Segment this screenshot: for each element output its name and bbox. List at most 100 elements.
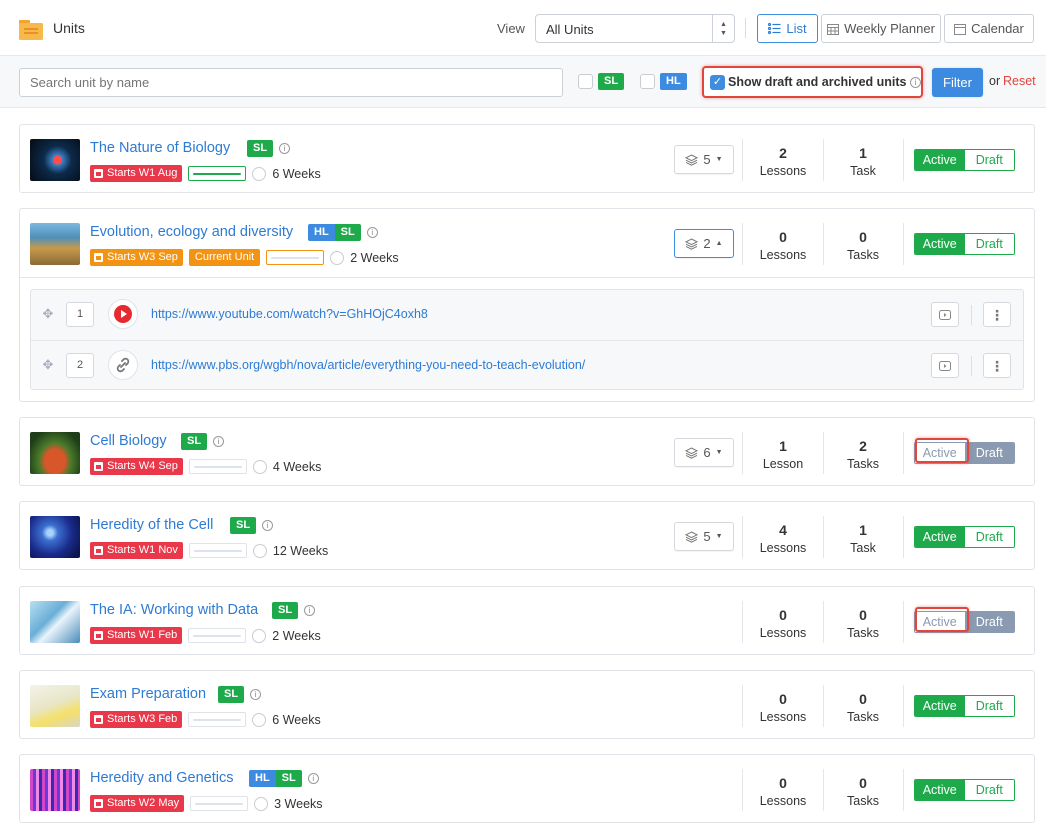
tasks-stat[interactable]: 1 Task <box>828 522 898 555</box>
draft-button[interactable]: Draft <box>964 443 1014 463</box>
info-icon[interactable]: i <box>304 605 316 616</box>
stat-divider <box>903 516 904 558</box>
show-draft-toggle[interactable]: ✓ Show draft and archived units i <box>702 66 923 98</box>
unit-duration: 6 Weeks <box>272 166 321 181</box>
tasks-label: Tasks <box>847 248 879 262</box>
show-draft-checkbox[interactable]: ✓ <box>710 75 725 90</box>
tasks-stat[interactable]: 0 Tasks <box>828 775 898 808</box>
list-view-button[interactable]: List <box>757 14 818 43</box>
lessons-stat[interactable]: 1 Lesson <box>748 438 818 471</box>
lessons-stat[interactable]: 2 Lessons <box>748 145 818 178</box>
calendar-button[interactable]: Calendar <box>944 14 1034 43</box>
lessons-stat[interactable]: 0 Lessons <box>748 691 818 724</box>
active-button[interactable]: Active <box>915 780 965 800</box>
unit-thumbnail[interactable] <box>30 223 80 265</box>
tasks-label: Task <box>850 541 876 555</box>
tasks-stat[interactable]: 0 Tasks <box>828 229 898 262</box>
lessons-label: Lessons <box>759 794 807 808</box>
more-options-button[interactable]: ⋮ <box>983 302 1011 327</box>
filter-button[interactable]: Filter <box>932 68 983 97</box>
unit-thumbnail[interactable] <box>30 139 80 181</box>
layers-icon <box>685 153 699 166</box>
calendar-icon <box>94 462 103 471</box>
lessons-label: Lessons <box>759 248 807 262</box>
lessons-stat[interactable]: 0 Lessons <box>748 775 818 808</box>
starts-badge: Starts W1 Feb <box>90 627 183 644</box>
view-select[interactable]: All Units ▲ ▼ <box>535 14 735 43</box>
resources-button[interactable]: 2 ▲ <box>674 229 734 258</box>
lessons-stat[interactable]: 4 Lessons <box>748 522 818 555</box>
weekly-planner-label: Weekly Planner <box>844 21 935 36</box>
status-toggle: Active Draft <box>914 149 1015 171</box>
stat-divider <box>742 516 743 558</box>
more-options-button[interactable]: ⋮ <box>983 353 1011 378</box>
resources-button[interactable]: 5 ▼ <box>674 522 734 551</box>
lessons-stat[interactable]: 0 Lessons <box>748 607 818 640</box>
info-icon[interactable]: i <box>307 773 319 784</box>
unit-title[interactable]: The IA: Working with Data <box>90 602 258 618</box>
calendar-label: Calendar <box>971 21 1024 36</box>
stat-divider <box>823 139 824 181</box>
resources-button[interactable]: 6 ▼ <box>674 438 734 467</box>
header-divider <box>745 18 746 38</box>
info-icon[interactable]: i <box>250 689 262 700</box>
preview-button[interactable] <box>931 353 959 378</box>
preview-button[interactable] <box>931 302 959 327</box>
unit-thumbnail[interactable] <box>30 769 80 811</box>
or-text: or <box>989 74 1001 88</box>
drag-handle-icon[interactable]: ✥ <box>41 307 55 321</box>
unit-thumbnail[interactable] <box>30 516 80 558</box>
more-vertical-icon: ⋮ <box>990 357 1004 374</box>
draft-button[interactable]: Draft <box>964 234 1014 254</box>
lessons-label: Lessons <box>759 541 807 555</box>
info-icon[interactable]: i <box>213 436 225 447</box>
unit-thumbnail[interactable] <box>30 685 80 727</box>
info-icon[interactable]: i <box>262 520 274 531</box>
resources-button[interactable]: 5 ▼ <box>674 145 734 174</box>
active-button[interactable]: Active <box>915 150 965 170</box>
unit-thumbnail[interactable] <box>30 432 80 474</box>
resources-count: 2 <box>703 236 711 251</box>
lessons-stat[interactable]: 0 Lessons <box>748 229 818 262</box>
reset-link[interactable]: Reset <box>1003 74 1036 88</box>
weekly-planner-button[interactable]: Weekly Planner <box>821 14 941 43</box>
unit-title[interactable]: Cell Biology <box>90 433 167 449</box>
unit-card: Heredity and Genetics HL SL i Starts W2 M… <box>19 754 1035 823</box>
tasks-stat[interactable]: 0 Tasks <box>828 691 898 724</box>
drag-handle-icon[interactable]: ✥ <box>41 358 55 372</box>
unit-thumbnail[interactable] <box>30 601 80 643</box>
draft-button[interactable]: Draft <box>964 780 1014 800</box>
draft-button[interactable]: Draft <box>964 527 1014 547</box>
resource-link[interactable]: https://www.youtube.com/watch?v=GhHOjC4o… <box>151 307 428 321</box>
sl-tag: SL <box>247 140 274 157</box>
unit-title[interactable]: Evolution, ecology and diversity <box>90 224 293 240</box>
hl-checkbox[interactable] <box>640 74 655 89</box>
unit-title[interactable]: The Nature of Biology <box>90 140 230 156</box>
resource-link[interactable]: https://www.pbs.org/wgbh/nova/article/ev… <box>151 358 585 372</box>
unit-title[interactable]: Exam Preparation <box>90 686 206 702</box>
search-input[interactable] <box>19 68 563 97</box>
active-button[interactable]: Active <box>915 234 965 254</box>
starts-badge: Starts W4 Sep <box>90 458 183 475</box>
tasks-stat[interactable]: 1 Task <box>828 145 898 178</box>
active-button[interactable]: Active <box>915 527 965 547</box>
progress-bar <box>188 543 247 558</box>
info-icon[interactable]: i <box>366 227 378 238</box>
unit-duration: 12 Weeks <box>272 543 329 558</box>
sl-checkbox[interactable] <box>578 74 593 89</box>
tasks-stat[interactable]: 0 Tasks <box>828 607 898 640</box>
draft-button[interactable]: Draft <box>964 696 1014 716</box>
draft-button[interactable]: Draft <box>964 150 1014 170</box>
lessons-label: Lessons <box>759 164 807 178</box>
unit-title[interactable]: Heredity and Genetics <box>90 770 233 786</box>
tasks-stat[interactable]: 2 Tasks <box>828 438 898 471</box>
progress-bar <box>188 712 247 727</box>
status-toggle: Active Draft <box>914 233 1015 255</box>
unit-title[interactable]: Heredity of the Cell <box>90 517 213 533</box>
draft-button[interactable]: Draft <box>964 612 1014 632</box>
info-icon[interactable]: i <box>279 143 291 154</box>
unit-card: Evolution, ecology and diversity HL SL i … <box>19 208 1035 402</box>
stat-divider <box>823 601 824 643</box>
resources-panel: ✥ 1 https://www.youtube.com/watch?v=GhHO… <box>30 289 1024 390</box>
active-button[interactable]: Active <box>915 696 965 716</box>
